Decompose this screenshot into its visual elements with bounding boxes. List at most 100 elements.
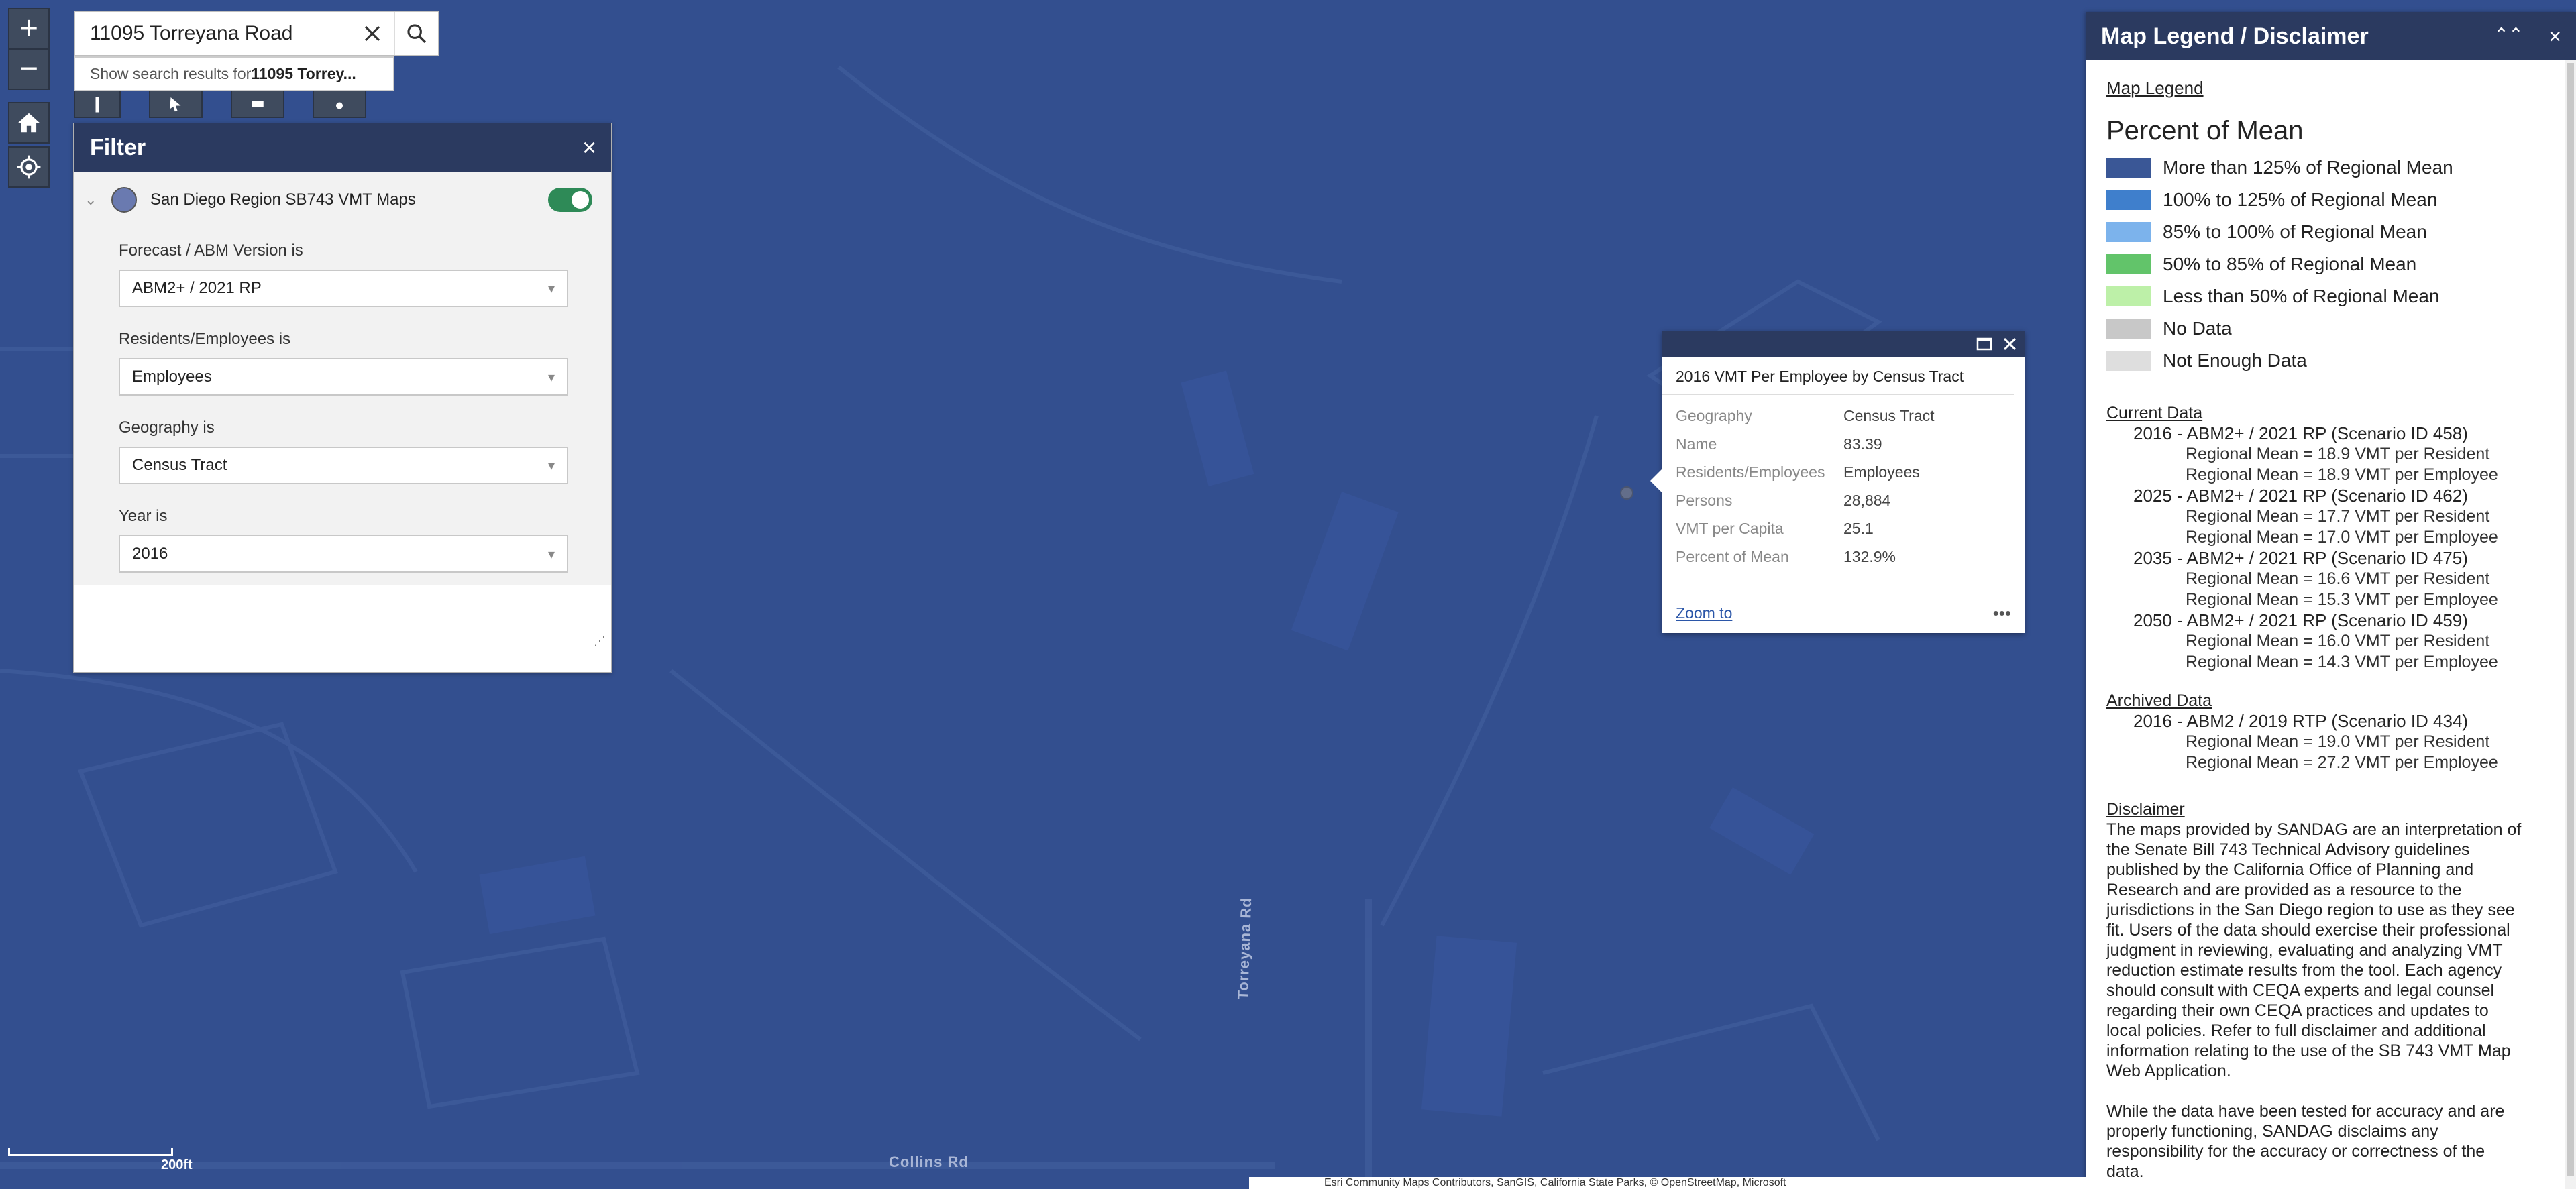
map-attribution: Esri Community Maps Contributors, SanGIS… — [1249, 1177, 2086, 1189]
search-suggestion[interactable]: Show search results for 11095 Torrey... — [74, 56, 394, 91]
regional-mean: Regional Mean = 16.0 VMT per Resident — [2186, 632, 2490, 650]
select-value: ABM2+ / 2021 RP — [132, 279, 262, 297]
scale-bar — [8, 1148, 173, 1156]
popup-row: Residents/Employees Employees — [1676, 458, 2025, 486]
filter-field-geography: Geography is Census Tract ▾ — [74, 412, 611, 484]
current-data-section: Current Data 2016 - ABM2+ / 2021 RP (Sce… — [2106, 404, 2560, 673]
regional-mean: Regional Mean = 17.7 VMT per Resident — [2186, 507, 2490, 526]
popup-key: VMT per Capita — [1676, 519, 1784, 537]
legend-item-label: No Data — [2163, 318, 2232, 339]
legend-item: 85% to 100% of Regional Mean — [2106, 216, 2560, 248]
measure-widget-button[interactable] — [313, 87, 366, 118]
legend-panel: Map Legend / Disclaimer ⌃⌃ × Map Legend … — [2086, 12, 2576, 1189]
map-legend-link[interactable]: Map Legend — [2106, 78, 2560, 99]
legend-scrollbar[interactable] — [2565, 60, 2576, 1189]
filter-layer-row[interactable]: ⌄ San Diego Region SB743 VMT Maps — [74, 172, 611, 228]
clear-search-button[interactable] — [351, 12, 394, 55]
popup-footer: Zoom to ••• — [1676, 603, 2011, 624]
select-value: Employees — [132, 367, 212, 386]
filter-layer-name: San Diego Region SB743 VMT Maps — [150, 190, 416, 209]
popup-title: 2016 VMT Per Employee by Census Tract — [1662, 357, 2014, 395]
search-widget: 11095 Torreyana Road Show search results… — [74, 11, 439, 91]
zoom-out-button[interactable]: − — [8, 48, 50, 90]
caret-down-icon: ▾ — [547, 458, 555, 473]
filter-widget-button[interactable] — [74, 87, 121, 118]
legend-header-actions: ⌃⌃ × — [2494, 24, 2561, 49]
percent-of-mean-title: Percent of Mean — [2106, 116, 2304, 146]
legend-close-button[interactable]: × — [2548, 24, 2561, 49]
filter-field-residents: Residents/Employees is Employees ▾ — [74, 323, 611, 396]
feature-popup: 2016 VMT Per Employee by Census Tract Ge… — [1650, 331, 2025, 633]
popup-key: Name — [1676, 435, 1717, 453]
legend-item: 50% to 85% of Regional Mean — [2106, 248, 2560, 280]
maximize-icon[interactable] — [1976, 337, 1992, 351]
home-button[interactable] — [8, 102, 50, 144]
regional-mean: Regional Mean = 16.6 VMT per Resident — [2186, 569, 2490, 588]
select-widget-button[interactable] — [149, 87, 203, 118]
legend-item: Not Enough Data — [2106, 345, 2560, 377]
caret-down-icon: ▾ — [547, 370, 555, 385]
residents-employees-select[interactable]: Employees ▾ — [119, 358, 568, 396]
search-suggestion-term: 11095 Torrey... — [251, 64, 356, 82]
popup-value: Employees — [1843, 463, 1920, 481]
filter-panel-body: ⌄ San Diego Region SB743 VMT Maps Foreca… — [74, 172, 611, 654]
print-widget-button[interactable] — [231, 87, 284, 118]
popup-row: Name 83.39 — [1676, 430, 2025, 458]
search-input[interactable]: 11095 Torreyana Road — [75, 22, 351, 45]
select-value: Census Tract — [132, 456, 227, 474]
search-bar: 11095 Torreyana Road — [74, 11, 439, 56]
scenario-title: 2025 - ABM2+ / 2021 RP (Scenario ID 462) — [2133, 486, 2468, 506]
popup-key: Percent of Mean — [1676, 547, 1789, 565]
geography-select[interactable]: Census Tract ▾ — [119, 447, 568, 484]
legend-item-label: Less than 50% of Regional Mean — [2163, 286, 2440, 306]
current-data-list: 2016 - ABM2+ / 2021 RP (Scenario ID 458)… — [2106, 423, 2560, 673]
resize-handle-icon[interactable]: ⋰ — [594, 634, 606, 648]
legend-swatch — [2106, 351, 2151, 371]
regional-mean: Regional Mean = 14.3 VMT per Employee — [2186, 653, 2498, 671]
legend-item: Less than 50% of Regional Mean — [2106, 280, 2560, 313]
legend-swatch — [2106, 158, 2151, 178]
filter-panel-header: Filter × — [74, 123, 611, 172]
regional-mean: Regional Mean = 17.0 VMT per Employee — [2186, 528, 2498, 547]
forecast-select[interactable]: ABM2+ / 2021 RP ▾ — [119, 270, 568, 307]
popup-key: Geography — [1676, 406, 1752, 424]
year-select[interactable]: 2016 ▾ — [119, 535, 568, 573]
road-label-torreyana: Torreyana Rd — [1234, 897, 1255, 1000]
filter-layer-toggle[interactable] — [548, 188, 592, 212]
legend-item: 100% to 125% of Regional Mean — [2106, 184, 2560, 216]
scale-bar-label: 200ft — [161, 1157, 193, 1172]
locate-button[interactable] — [8, 146, 50, 188]
chevron-down-icon[interactable]: ⌄ — [85, 191, 102, 209]
close-icon[interactable] — [2002, 336, 2018, 352]
filter-close-button[interactable]: × — [582, 133, 596, 162]
filter-panel-title: Filter — [90, 134, 146, 160]
map-location-marker[interactable] — [1620, 486, 1633, 500]
popup-pointer — [1650, 469, 1662, 493]
collapse-icon[interactable]: ⌃⌃ — [2494, 24, 2524, 49]
filter-panel: Filter × ⌄ San Diego Region SB743 VMT Ma… — [73, 123, 612, 673]
zoom-in-button[interactable]: + — [8, 8, 50, 50]
search-button[interactable] — [394, 12, 438, 55]
current-data-label: Current Data — [2106, 404, 2203, 422]
filter-field-label: Year is — [119, 507, 168, 525]
regional-mean: Regional Mean = 19.0 VMT per Resident — [2186, 732, 2490, 751]
regional-mean: Regional Mean = 15.3 VMT per Employee — [2186, 590, 2498, 609]
home-icon — [18, 113, 40, 133]
popup-row: Geography Census Tract — [1676, 402, 2025, 430]
legend-item: No Data — [2106, 313, 2560, 345]
scenario-title: 2050 - ABM2+ / 2021 RP (Scenario ID 459) — [2133, 610, 2468, 630]
filter-field-label: Forecast / ABM Version is — [119, 241, 303, 260]
zoom-to-link[interactable]: Zoom to — [1676, 604, 1732, 622]
scenario-title: 2016 - ABM2+ / 2021 RP (Scenario ID 458) — [2133, 423, 2468, 443]
legend-item-label: 100% to 125% of Regional Mean — [2163, 189, 2438, 210]
popup-value: 132.9% — [1843, 547, 1896, 565]
select-value: 2016 — [132, 545, 168, 563]
layer-symbol-icon — [111, 187, 137, 213]
legend-item-label: 85% to 100% of Regional Mean — [2163, 221, 2427, 242]
popup-value: 25.1 — [1843, 519, 1874, 537]
more-actions-button[interactable]: ••• — [1993, 603, 2011, 624]
legend-item-label: More than 125% of Regional Mean — [2163, 157, 2453, 178]
map-navigation-controls: + − — [8, 8, 50, 188]
regional-mean: Regional Mean = 18.9 VMT per Resident — [2186, 445, 2490, 463]
legend-item-label: Not Enough Data — [2163, 350, 2307, 371]
